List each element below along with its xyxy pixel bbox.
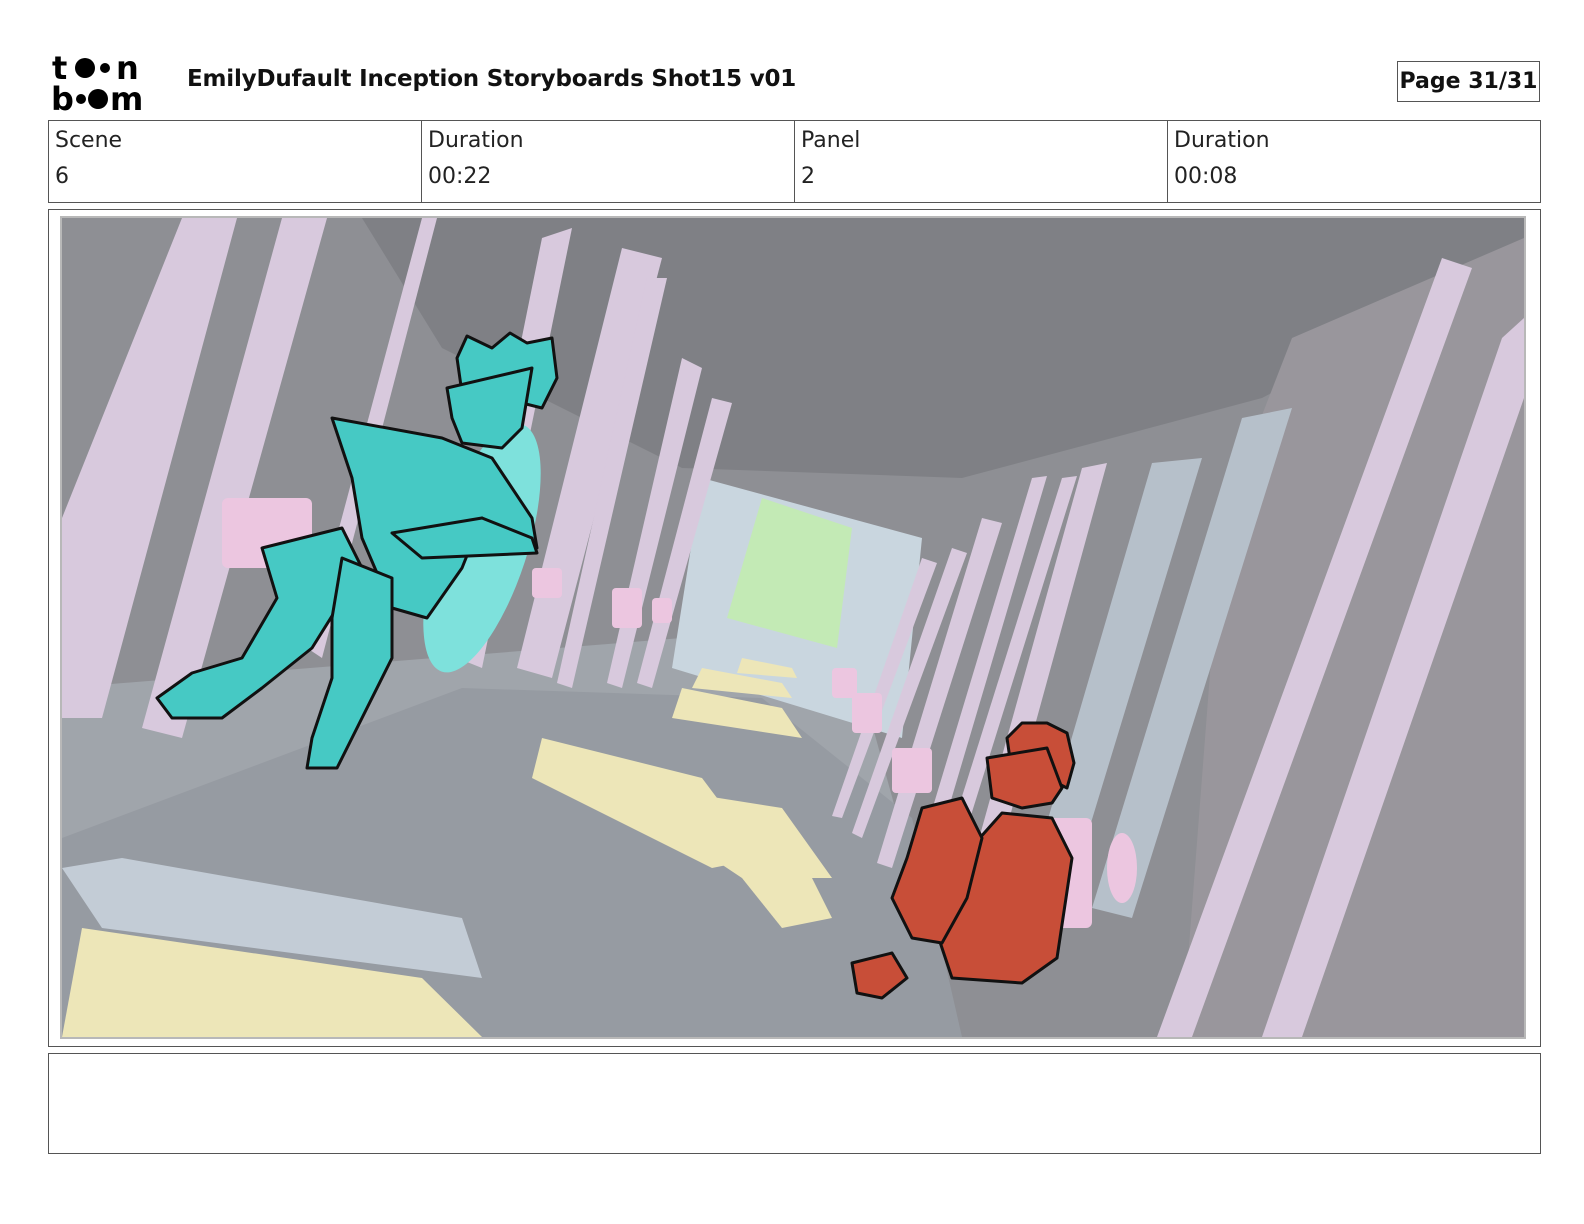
scene-cell: Scene 6 (49, 121, 422, 202)
scene-info-table: Scene 6 Duration 00:22 Panel 2 Duration … (48, 120, 1541, 203)
scene-value: 6 (55, 164, 69, 189)
page-indicator: Page 31/31 (1397, 61, 1540, 102)
panel-value: 2 (801, 164, 815, 189)
storyboard-panel-image (60, 216, 1526, 1039)
panel-duration-value: 00:08 (1174, 164, 1238, 189)
panel-label: Panel (801, 128, 861, 153)
scene-label: Scene (55, 128, 123, 153)
panel-duration-label: Duration (1174, 128, 1270, 153)
scene-duration-cell: Duration 00:22 (422, 121, 795, 202)
toon-boom-logo: t n b m (51, 50, 143, 112)
panel-cell: Panel 2 (795, 121, 1168, 202)
svg-text:m: m (110, 80, 143, 112)
document-title: EmilyDufault Inception Storyboards Shot1… (187, 66, 797, 92)
svg-text:b: b (51, 80, 74, 112)
panel-duration-cell: Duration 00:08 (1168, 121, 1540, 202)
scene-duration-label: Duration (428, 128, 524, 153)
panel-illustration (62, 218, 1524, 1037)
scene-duration-value: 00:22 (428, 164, 492, 189)
panel-notes[interactable] (48, 1053, 1541, 1154)
